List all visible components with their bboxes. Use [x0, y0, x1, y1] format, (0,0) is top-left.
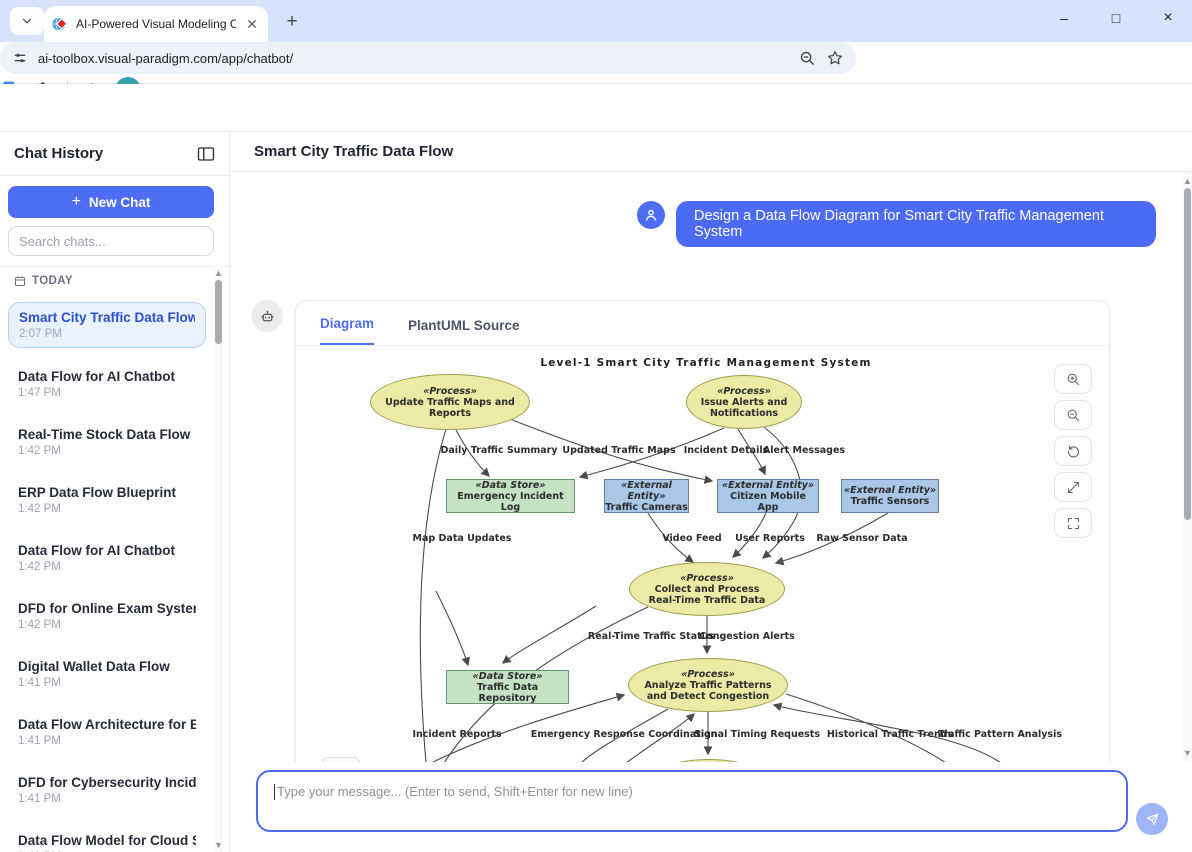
chevron-down-icon — [20, 14, 34, 28]
zoom-in-button[interactable] — [1054, 364, 1092, 394]
url-text[interactable]: ai-toolbox.visual-paradigm.com/app/chatb… — [38, 51, 789, 66]
entity-citizen-mobile-app[interactable]: «External Entity» Citizen Mobile App — [717, 479, 819, 513]
sidebar-scrollbar[interactable]: ▲ ▼ — [214, 266, 223, 852]
edge-label: Traffic Pattern Analysis — [938, 729, 1062, 740]
fullscreen-button[interactable] — [1054, 508, 1092, 538]
edge-label: Signal Timing Requests — [694, 729, 820, 740]
diagram-tabs: Diagram PlantUML Source — [296, 301, 1109, 346]
reset-view-icon — [1066, 444, 1081, 459]
chat-history-item[interactable]: Smart City Traffic Data Flow 2:07 PM — [8, 302, 206, 348]
edge-label: User Reports — [735, 533, 805, 544]
zoom-out-icon[interactable] — [799, 50, 816, 67]
search-chats-input[interactable] — [8, 226, 214, 256]
edge-label: Real-Time Traffic Status — [588, 631, 714, 642]
edge-label: Incident Details — [684, 445, 769, 456]
browser-window: AI-Powered Visual Modeling Ch ✕ + – □ × … — [0, 0, 1192, 852]
expand-button[interactable] — [1054, 472, 1092, 502]
edge-label: Raw Sensor Data — [816, 533, 907, 544]
expand-icon — [1066, 480, 1081, 495]
edge-label: Map Data Updates — [413, 533, 512, 544]
reset-view-button[interactable] — [1054, 436, 1092, 466]
app-header: Chatbot Powered by Visual Paradigm More … — [0, 84, 1192, 132]
chat-history-list: Smart City Traffic Data Flow 2:07 PM Dat… — [0, 294, 214, 852]
send-icon — [1145, 812, 1160, 827]
datastore-emergency-incident-log[interactable]: «Data Store» Emergency Incident Log — [446, 479, 575, 513]
sidebar: Chat History + New Chat TODAY Smart City… — [0, 132, 230, 852]
dataflow-diagram[interactable]: Level-1 Smart City Traffic Management Sy… — [296, 301, 1110, 762]
calendar-icon — [14, 275, 26, 287]
browser-toolbar: ai-toolbox.visual-paradigm.com/app/chatb… — [0, 42, 1192, 84]
maximize-icon[interactable]: □ — [1104, 6, 1128, 30]
window-close-icon[interactable]: × — [1156, 6, 1180, 30]
page-title: Smart City Traffic Data Flow — [254, 143, 453, 160]
process-analyze-traffic-patterns[interactable]: «Process» Analyze Traffic Patterns and D… — [628, 658, 788, 712]
chat-area: Design a Data Flow Diagram for Smart Cit… — [230, 172, 1192, 762]
entity-traffic-cameras[interactable]: «External Entity» Traffic Cameras — [604, 479, 689, 513]
chat-scrollbar[interactable]: ▲ ▼ — [1183, 172, 1192, 762]
user-message-bubble: Design a Data Flow Diagram for Smart Cit… — [676, 201, 1156, 247]
favicon-visual-paradigm — [52, 16, 68, 32]
panel-toggle-icon[interactable] — [197, 146, 215, 162]
site-settings-icon[interactable] — [12, 50, 28, 66]
star-icon[interactable] — [826, 49, 844, 67]
process-issue-alerts[interactable]: «Process» Issue Alerts and Notifications — [686, 375, 802, 429]
edge-label: Emergency Response Coordination — [531, 729, 718, 740]
tab-search-button[interactable] — [10, 7, 44, 35]
new-chat-button[interactable]: + New Chat — [8, 186, 214, 218]
bot-avatar — [251, 300, 283, 332]
zoom-in-icon — [1066, 372, 1081, 387]
process-update-traffic-maps[interactable]: «Process» Update Traffic Maps and Report… — [370, 374, 530, 430]
tab-close-icon[interactable]: ✕ — [244, 16, 260, 32]
edge-label: Incident Reports — [412, 729, 501, 740]
robot-icon — [259, 308, 276, 325]
new-tab-button[interactable]: + — [280, 10, 304, 34]
chat-history-item[interactable]: Data Flow for AI Chatbot 1:47 PM — [8, 362, 206, 406]
tab-strip: AI-Powered Visual Modeling Ch ✕ + – □ × — [0, 0, 1192, 42]
user-message-avatar — [637, 201, 665, 229]
browser-tab[interactable]: AI-Powered Visual Modeling Ch ✕ — [44, 6, 268, 42]
chat-history-item[interactable]: DFD for Online Exam System 1:42 PM — [8, 594, 206, 638]
text-caret — [274, 784, 275, 800]
tab-diagram[interactable]: Diagram — [320, 316, 374, 345]
url-bar[interactable]: ai-toolbox.visual-paradigm.com/app/chatb… — [0, 42, 856, 74]
fullscreen-icon — [1066, 516, 1081, 531]
edge-label: Updated Traffic Maps — [562, 445, 675, 456]
diagram-toolbar — [1054, 364, 1092, 538]
datastore-traffic-data-repository[interactable]: «Data Store» Traffic Data Repository — [446, 670, 569, 704]
chat-history-item[interactable]: Real-Time Stock Data Flow 1:42 PM — [8, 420, 206, 464]
scrollbar-thumb[interactable] — [1184, 188, 1191, 520]
user-icon — [643, 207, 659, 223]
process-collect-traffic-data[interactable]: «Process» Collect and Process Real-Time … — [629, 562, 785, 616]
diagram-title: Level-1 Smart City Traffic Management Sy… — [376, 357, 1036, 369]
edge-label: Video Feed — [662, 533, 721, 544]
tab-title: AI-Powered Visual Modeling Ch — [76, 17, 236, 31]
chat-history-item[interactable]: Data Flow for AI Chatbot 1:42 PM — [8, 536, 206, 580]
chat-history-item[interactable]: Digital Wallet Data Flow 1:41 PM — [8, 652, 206, 696]
chat-history-item[interactable]: Data Flow Model for Cloud S... 1:41 PM — [8, 826, 206, 852]
scrollbar-thumb[interactable] — [215, 280, 222, 344]
edge-label: Congestion Alerts — [699, 631, 795, 642]
zoom-out-button[interactable] — [1054, 400, 1092, 430]
send-button[interactable] — [1136, 803, 1168, 835]
edge-label: Daily Traffic Summary — [440, 445, 557, 456]
edge-label: Historical Traffic Trends — [827, 729, 953, 740]
chat-history-item[interactable]: DFD for Cybersecurity Incide... 1:41 PM — [8, 768, 206, 812]
composer: Type your message... (Enter to send, Shi… — [230, 762, 1192, 852]
plus-icon: + — [72, 193, 81, 211]
tab-plantuml-source[interactable]: PlantUML Source — [408, 318, 520, 345]
section-label-today: TODAY — [32, 275, 73, 287]
chat-history-item[interactable]: Data Flow Architecture for E-... 1:41 PM — [8, 710, 206, 754]
message-placeholder: Type your message... (Enter to send, Shi… — [277, 784, 633, 799]
entity-traffic-sensors[interactable]: «External Entity» Traffic Sensors — [841, 479, 939, 513]
minimize-icon[interactable]: – — [1052, 6, 1076, 30]
sidebar-title: Chat History — [14, 145, 103, 162]
conversation-titlebar: Smart City Traffic Data Flow — [230, 132, 1192, 172]
zoom-out-icon — [1066, 408, 1081, 423]
chat-history-item[interactable]: ERP Data Flow Blueprint 1:42 PM — [8, 478, 206, 522]
diagram-card: Diagram PlantUML Source — [295, 300, 1110, 762]
edge-label: Alert Messages — [763, 445, 845, 456]
message-input[interactable]: Type your message... (Enter to send, Shi… — [256, 770, 1128, 832]
